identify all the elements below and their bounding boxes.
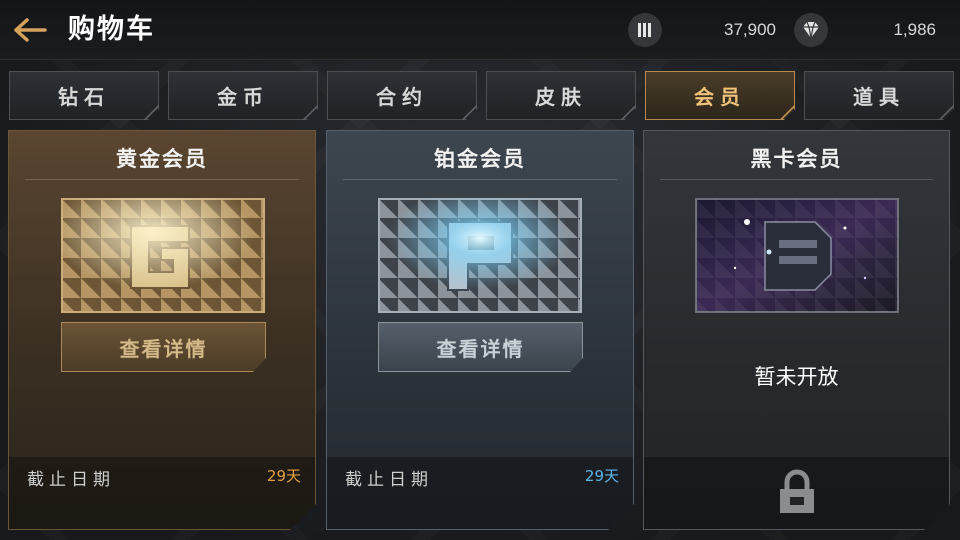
gold-view-details-button[interactable]: 查看详情 (61, 322, 266, 372)
back-arrow-icon (14, 18, 47, 42)
card-title: 铂金会员 (434, 147, 526, 171)
back-button[interactable] (10, 12, 50, 48)
coin-stack-icon (628, 13, 662, 47)
expiry-label: 截止日期 (345, 470, 433, 490)
gold-emblem-image (61, 198, 265, 313)
page-title: 购物车 (68, 14, 155, 45)
lock-icon (774, 469, 820, 515)
divider (660, 179, 933, 180)
divider (25, 179, 299, 180)
not-open-status: 暂未开放 (754, 365, 839, 389)
days-remaining: 29天 (266, 467, 301, 485)
platinum-membership-card: 铂金会员 查看详情 截止日期 29天 (326, 130, 634, 530)
coin-count: 37,900 (724, 20, 776, 39)
tab-diamonds[interactable]: 钻石 (9, 71, 159, 120)
tab-gold-coins[interactable]: 金币 (168, 71, 318, 120)
black-emblem-image (695, 198, 899, 313)
tab-items[interactable]: 道具 (804, 71, 954, 120)
tab-contracts[interactable]: 合约 (327, 71, 477, 120)
platinum-emblem-image (378, 198, 582, 313)
top-bar: 购物车 37,900 1,986 (0, 0, 960, 60)
card-title: 黑卡会员 (750, 147, 843, 171)
expiry-label: 截止日期 (27, 470, 115, 490)
tab-membership[interactable]: 会员 (645, 71, 795, 120)
days-remaining: 29天 (584, 467, 619, 485)
card-title: 黄金会员 (116, 147, 208, 171)
tab-skins[interactable]: 皮肤 (486, 71, 636, 120)
card-footer (644, 457, 949, 529)
divider (343, 179, 617, 180)
platinum-view-details-button[interactable]: 查看详情 (378, 322, 583, 372)
diamond-count: 1,986 (893, 20, 936, 39)
gold-membership-card: 黄金会员 查看详情 截止日期 29天 (8, 130, 316, 530)
diamond-icon (794, 13, 828, 47)
card-footer: 截止日期 29天 (327, 457, 633, 529)
black-membership-card: 黑卡会员 暂未开放 (643, 130, 950, 530)
card-footer: 截止日期 29天 (9, 457, 315, 529)
